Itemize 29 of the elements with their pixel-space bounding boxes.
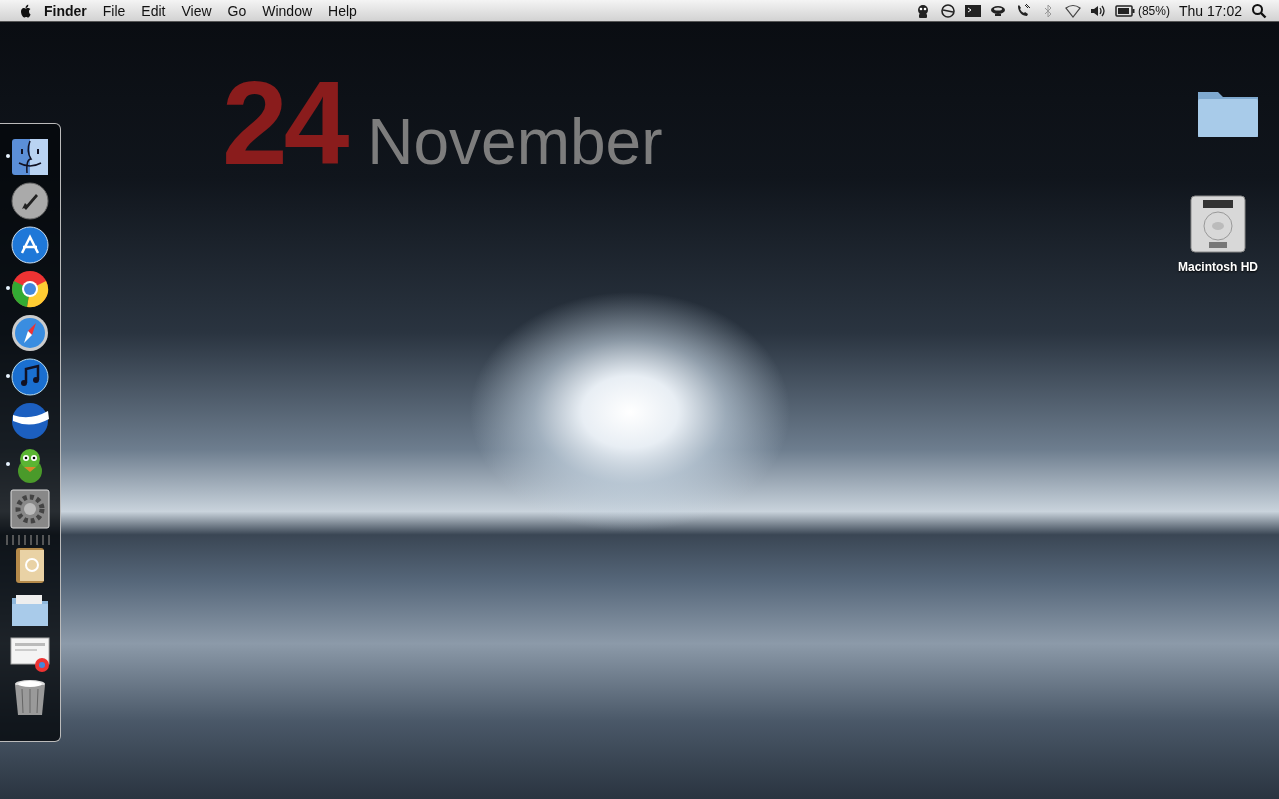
- battery-percentage: (85%): [1137, 3, 1170, 18]
- search-icon[interactable]: [1251, 2, 1267, 19]
- terminal-icon[interactable]: [964, 2, 981, 19]
- running-indicator: [6, 462, 10, 466]
- menu-item[interactable]: Window: [254, 0, 321, 22]
- menu-item[interactable]: Help: [320, 0, 365, 22]
- menu-item[interactable]: Finder: [34, 0, 95, 22]
- date-day: 24: [222, 64, 346, 182]
- hard-drive-icon[interactable]: [1189, 194, 1247, 254]
- sync-circle-icon[interactable]: [939, 2, 956, 19]
- face-icon[interactable]: [10, 137, 50, 177]
- tricolor-circle-icon[interactable]: [10, 269, 50, 309]
- apple-icon[interactable]: [18, 2, 34, 19]
- running-indicator: [6, 286, 10, 290]
- wifi-icon[interactable]: [1064, 2, 1081, 19]
- battery-icon[interactable]: [1114, 4, 1135, 17]
- compass-icon[interactable]: [10, 313, 50, 353]
- date-month: November: [367, 110, 663, 174]
- menu-item[interactable]: File: [94, 0, 134, 22]
- desktop-icon-label[interactable]: Macintosh HD: [1178, 260, 1258, 274]
- menu-item[interactable]: Edit: [133, 0, 174, 22]
- menu-item[interactable]: View: [173, 0, 220, 22]
- gear-icon[interactable]: [10, 489, 50, 529]
- music-note-icon[interactable]: [10, 357, 50, 397]
- menu-item[interactable]: Go: [219, 0, 255, 22]
- menu-clock[interactable]: Thu 17:02: [1178, 2, 1242, 19]
- globe-icon[interactable]: [10, 401, 50, 441]
- running-indicator: [6, 154, 10, 158]
- running-indicator: [6, 374, 10, 378]
